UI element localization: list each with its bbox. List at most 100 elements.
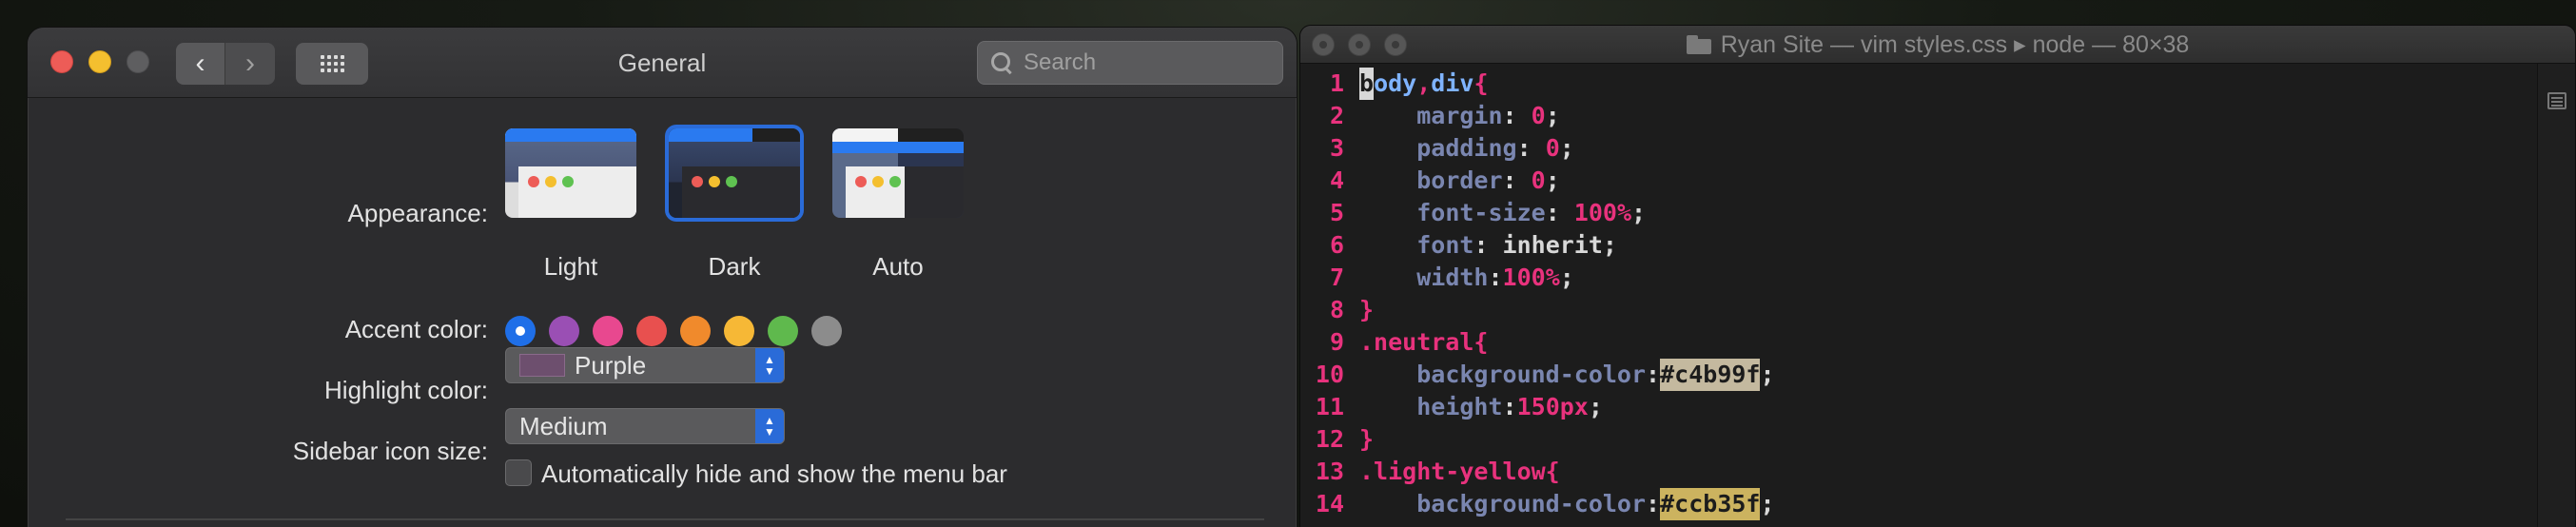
line-number: 8 [1329,296,1344,323]
semicolon: ; [1760,361,1775,388]
semicolon: ; [1631,199,1647,226]
code-line: 8} [1300,294,2527,326]
line-number: 1 [1329,69,1344,97]
highlight-color-value: Purple [575,350,647,380]
sidebar-icon-size-label: Sidebar icon size: [292,437,488,465]
appearance-dark-thumb[interactable] [669,128,800,218]
terminal-titlebar: Ryan Site — vim styles.css ▸ node — 80×3… [1300,26,2575,64]
code-line: 13 .light-yellow{ [1300,456,2527,488]
selector-text: ody [1374,69,1417,97]
css-value: 0 [1545,134,1560,162]
accent-purple-swatch[interactable] [549,316,579,346]
accent-yellow-swatch[interactable] [724,316,754,346]
line-number: 10 [1315,361,1344,388]
css-property: border [1416,166,1503,194]
css-property: padding [1416,134,1517,162]
brace: } [1359,425,1375,453]
line-number: 14 [1315,490,1344,517]
terminal-title-text: Ryan Site — vim styles.css ▸ node — 80×3… [1720,31,2190,58]
line-number: 9 [1329,328,1344,356]
css-selector: .neutral{ [1359,328,1489,356]
css-unit: % [1616,199,1632,226]
search-input[interactable] [1024,49,1271,76]
hex-color-value: #ccb35f [1660,488,1761,520]
brace: } [1359,296,1375,323]
brace: { [1473,69,1489,97]
code-line: 10 background-color: #c4b99f; [1300,359,2527,391]
appearance-auto-thumb[interactable] [832,128,964,218]
semicolon: ; [1559,134,1574,162]
label-column: Appearance: Accent color: Highlight colo… [28,28,488,527]
terminal-scrollbar[interactable] [2537,64,2575,527]
css-unit: % [1545,264,1560,291]
code-line: 14 background-color: #ccb35f; [1300,488,2527,520]
appearance-label: Appearance: [347,199,488,227]
line-number: 5 [1329,199,1344,226]
vim-cursor: b [1359,68,1375,100]
semicolon: ; [1545,102,1560,129]
appearance-light-thumb[interactable] [505,128,636,218]
line-number: 3 [1329,134,1344,162]
css-value: 150px [1516,393,1589,420]
colon: : [1488,264,1503,291]
css-property: margin [1416,102,1503,129]
appearance-light-label: Light [543,252,598,281]
css-property: background-color [1416,490,1647,517]
hide-menu-bar-label: Automatically hide and show the menu bar [541,459,1007,488]
accent-green-swatch[interactable] [768,316,798,346]
search-field[interactable] [977,41,1283,85]
css-value: 0 [1531,166,1546,194]
accent-color-label: Accent color: [344,315,488,343]
colon: : [1646,361,1661,388]
css-property: background-color [1416,361,1647,388]
line-number: 4 [1329,166,1344,194]
selector-text: div [1431,69,1474,97]
semicolon: ; [1588,393,1603,420]
list-icon[interactable] [2547,92,2566,109]
code-line: 3 padding: 0; [1300,132,2527,165]
appearance-dark-label: Dark [708,252,761,281]
colon: : [1502,102,1532,129]
line-number: 12 [1315,425,1344,453]
colon: : [1473,231,1503,259]
selector-comma: , [1416,69,1432,97]
appearance-auto-label: Auto [872,252,924,281]
accent-red-swatch[interactable] [636,316,667,346]
css-property: font [1416,231,1474,259]
css-value: 100 [1502,264,1546,291]
highlight-color-chip [519,354,565,377]
vim-buffer[interactable]: 1 b ody, div{ 2 margin: 0; 3 padding: 0; 4 … [1300,68,2527,527]
colon: : [1516,134,1546,162]
css-value: 0 [1531,102,1546,129]
semicolon: ; [1602,231,1617,259]
section-divider [66,518,1264,520]
accent-blue-swatch[interactable] [505,316,536,346]
line-number: 2 [1329,102,1344,129]
code-line: 7 width:100%; [1300,262,2527,294]
code-line: 4 border: 0; [1300,165,2527,197]
hide-menu-bar-checkbox[interactable] [505,459,532,486]
code-line: 6 font: inherit; [1300,229,2527,262]
code-line: 11 height:150px; [1300,391,2527,423]
sidebar-icon-size-popup[interactable]: Medium ▲ ▼ [505,408,785,444]
semicolon: ; [1559,264,1574,291]
hex-color-value: #c4b99f [1660,359,1761,391]
accent-graphite-swatch[interactable] [811,316,842,346]
accent-pink-swatch[interactable] [593,316,623,346]
colon: : [1646,490,1661,517]
css-value: 100 [1573,199,1617,226]
sidebar-icon-size-value: Medium [519,411,608,440]
highlight-color-popup[interactable]: Purple ▲ ▼ [505,347,785,383]
semicolon: ; [1760,490,1775,517]
colon: : [1502,166,1532,194]
css-property: font-size [1416,199,1546,226]
system-preferences-window: ‹ › General Appearance: Accent color: Hi… [27,27,1298,527]
code-line: 12} [1300,423,2527,456]
code-line: 5 font-size: 100%; [1300,197,2527,229]
css-property: width [1416,264,1489,291]
colon: : [1545,199,1574,226]
line-number: 11 [1315,393,1344,420]
css-property: height [1416,393,1503,420]
terminal-title: Ryan Site — vim styles.css ▸ node — 80×3… [1300,26,2575,64]
accent-orange-swatch[interactable] [680,316,711,346]
